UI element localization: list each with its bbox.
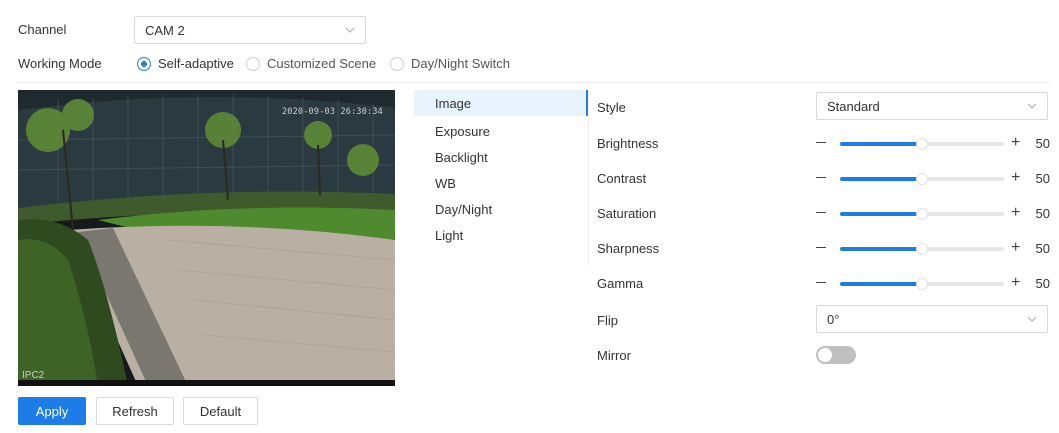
- slider-fill: [840, 282, 922, 286]
- preview-timestamp: 2020-09-03 26:30:34: [281, 107, 383, 117]
- radio-self-adaptive[interactable]: Self-adaptive: [137, 56, 234, 71]
- toggle-knob: [818, 348, 832, 362]
- mirror-toggle[interactable]: [816, 346, 856, 364]
- menu-item-backlight[interactable]: Backlight: [414, 144, 587, 170]
- minus-icon[interactable]: [816, 177, 826, 179]
- mirror-label: Mirror: [597, 348, 631, 363]
- slider-thumb[interactable]: [916, 138, 928, 150]
- slider-track[interactable]: [840, 243, 1004, 255]
- default-button[interactable]: Default: [183, 397, 258, 425]
- chevron-down-icon: [1027, 316, 1037, 322]
- style-select-value: Standard: [827, 99, 880, 114]
- menu-divider: [588, 116, 589, 266]
- slider-value: 50: [1035, 171, 1050, 186]
- minus-icon[interactable]: [816, 282, 826, 284]
- radio-label: Self-adaptive: [158, 56, 234, 71]
- plus-icon[interactable]: +: [1011, 133, 1020, 153]
- minus-icon[interactable]: [816, 212, 826, 214]
- minus-icon[interactable]: [816, 142, 826, 144]
- camera-preview: 2020-09-03 26:30:34 IPC2: [18, 90, 395, 386]
- saturation-label: Saturation: [597, 206, 657, 221]
- apply-button[interactable]: Apply: [18, 397, 86, 425]
- chevron-down-icon: [1027, 103, 1037, 109]
- contrast-slider[interactable]: + 50: [816, 168, 1050, 188]
- refresh-button[interactable]: Refresh: [96, 397, 174, 425]
- flip-select-value: 0°: [827, 312, 840, 327]
- slider-thumb[interactable]: [916, 243, 928, 255]
- style-select[interactable]: Standard: [816, 92, 1048, 120]
- gamma-label: Gamma: [597, 276, 644, 291]
- brightness-slider[interactable]: + 50: [816, 133, 1050, 153]
- slider-fill: [840, 212, 922, 216]
- slider-value: 50: [1035, 136, 1050, 151]
- sharpness-slider[interactable]: + 50: [816, 238, 1050, 258]
- menu-item-day-night[interactable]: Day/Night: [414, 196, 587, 222]
- plus-icon[interactable]: +: [1011, 203, 1020, 223]
- slider-thumb[interactable]: [916, 208, 928, 220]
- channel-select[interactable]: CAM 2: [134, 16, 366, 44]
- brightness-label: Brightness: [597, 136, 659, 151]
- slider-track[interactable]: [840, 138, 1004, 150]
- radio-unchecked-icon: [390, 56, 404, 71]
- slider-fill: [840, 177, 922, 181]
- section-divider: [18, 82, 1050, 83]
- flip-select[interactable]: 0°: [816, 305, 1048, 333]
- slider-thumb[interactable]: [916, 173, 928, 185]
- radio-label: Customized Scene: [267, 56, 377, 71]
- channel-select-value: CAM 2: [145, 23, 185, 38]
- minus-icon[interactable]: [816, 247, 826, 249]
- slider-track[interactable]: [840, 208, 1004, 220]
- channel-label: Channel: [18, 22, 67, 37]
- menu-item-exposure[interactable]: Exposure: [414, 118, 587, 144]
- slider-value: 50: [1035, 206, 1050, 221]
- slider-fill: [840, 142, 922, 146]
- style-label: Style: [597, 100, 626, 115]
- slider-fill: [840, 247, 922, 251]
- plus-icon[interactable]: +: [1011, 168, 1020, 188]
- slider-value: 50: [1035, 276, 1050, 291]
- contrast-label: Contrast: [597, 171, 647, 186]
- gamma-slider[interactable]: + 50: [816, 273, 1050, 293]
- slider-track[interactable]: [840, 278, 1004, 290]
- slider-thumb[interactable]: [916, 278, 928, 290]
- menu-item-light[interactable]: Light: [414, 222, 587, 248]
- camera-scene-image: [18, 90, 395, 386]
- plus-icon[interactable]: +: [1011, 273, 1020, 293]
- slider-value: 50: [1035, 241, 1050, 256]
- plus-icon[interactable]: +: [1011, 238, 1020, 258]
- radio-customized-scene[interactable]: Customized Scene: [246, 56, 376, 71]
- radio-unchecked-icon: [246, 56, 260, 71]
- flip-label: Flip: [597, 313, 618, 328]
- working-mode-label: Working Mode: [18, 56, 102, 71]
- sharpness-label: Sharpness: [597, 241, 660, 256]
- radio-checked-icon: [137, 56, 151, 71]
- radio-label: Day/Night Switch: [411, 56, 510, 71]
- saturation-slider[interactable]: + 50: [816, 203, 1050, 223]
- chevron-down-icon: [345, 27, 355, 33]
- radio-day-night-switch[interactable]: Day/Night Switch: [390, 56, 510, 71]
- menu-active-indicator: [586, 90, 588, 116]
- preview-camera-label: IPC2: [22, 370, 45, 381]
- slider-track[interactable]: [840, 173, 1004, 185]
- menu-item-wb[interactable]: WB: [414, 170, 587, 196]
- menu-item-image[interactable]: Image: [414, 90, 587, 116]
